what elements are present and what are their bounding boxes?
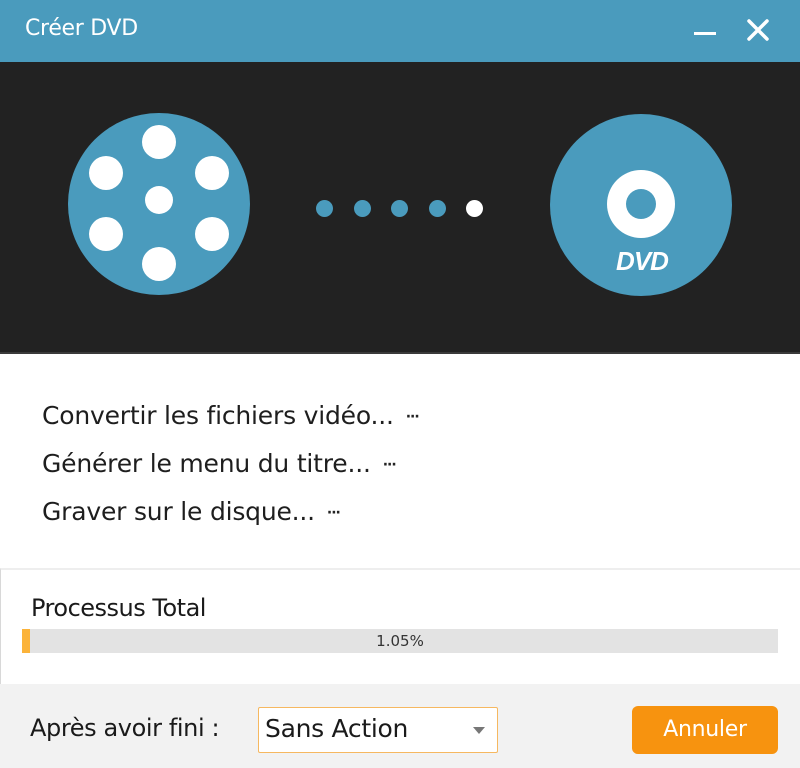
step-label: Générer le menu du titre... (42, 449, 371, 478)
step-label: Graver sur le disque... (42, 497, 315, 526)
film-reel-icon (68, 113, 250, 295)
progress-dot (428, 200, 446, 217)
chevron-down-icon (473, 727, 485, 734)
dvd-logo-text: DVD (616, 246, 669, 276)
progress-percent-text: 1.05% (376, 632, 424, 650)
title-bar: Créer DVD (0, 0, 800, 62)
dvd-disc-icon: DVD (550, 114, 732, 296)
window-title: Créer DVD (25, 16, 138, 41)
after-finish-select[interactable]: Sans Action (258, 707, 498, 753)
step-status: ··· (326, 505, 341, 521)
step-convert: Convertir les fichiers vidéo... ··· (42, 398, 420, 446)
progress-dot (353, 200, 371, 217)
close-icon (747, 19, 769, 41)
after-finish-value: Sans Action (265, 714, 409, 743)
progress-dot (466, 200, 483, 217)
step-label: Convertir les fichiers vidéo... (42, 401, 394, 430)
step-status: ··· (405, 409, 420, 425)
progress-dot (391, 200, 408, 217)
step-menu: Générer le menu du titre... ··· (42, 446, 419, 494)
total-progress-bar: 1.05% (22, 629, 778, 653)
minimize-button[interactable] (688, 12, 724, 48)
step-burn: Graver sur le disque... ··· (42, 494, 419, 542)
close-button[interactable] (740, 12, 776, 48)
process-panel (0, 568, 800, 684)
progress-dot (316, 200, 333, 217)
process-title: Processus Total (31, 594, 206, 622)
step-status: ··· (382, 457, 397, 473)
after-finish-label: Après avoir fini : (30, 714, 220, 742)
step-list: Convertir les fichiers vidéo... ··· Génér… (42, 398, 420, 542)
cancel-button[interactable]: Annuler (632, 706, 778, 754)
